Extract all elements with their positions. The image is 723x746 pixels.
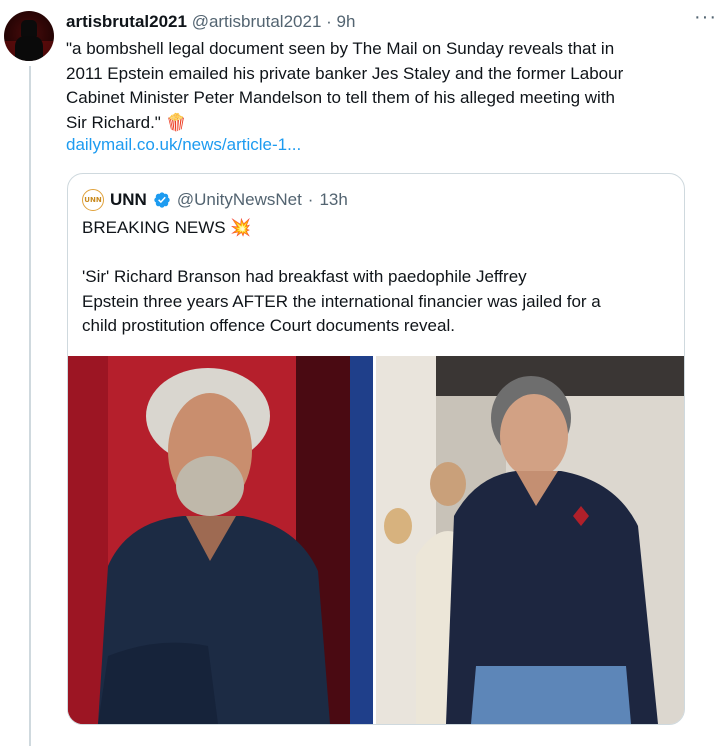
quoted-separator: · <box>307 190 314 209</box>
quoted-media[interactable] <box>68 356 684 724</box>
photo-right[interactable] <box>376 356 684 724</box>
collision-icon: 💥 <box>230 218 252 237</box>
quoted-body-line: 'Sir' Richard Branson had breakfast with… <box>82 267 527 286</box>
quoted-headline: BREAKING NEWS <box>82 218 226 237</box>
thread-line <box>29 66 31 746</box>
handle[interactable]: @artisbrutal2021 <box>192 12 322 31</box>
tweet-text-line: 2011 Epstein emailed his private banker … <box>66 63 624 83</box>
quoted-tweet-text: BREAKING NEWS 💥 'Sir' Richard Branson ha… <box>82 216 672 339</box>
more-options-icon[interactable]: ··· <box>694 6 717 29</box>
tweet-text-line-content: Sir Richard." <box>66 112 161 132</box>
quoted-tweet-header: UNN UNN @UnityNewsNet · 13h <box>82 189 348 211</box>
popcorn-icon: 🍿 <box>165 112 187 132</box>
photo-left[interactable] <box>68 356 373 724</box>
quoted-display-name: UNN <box>110 190 147 209</box>
article-link[interactable]: dailymail.co.uk/news/article-1... <box>66 135 301 155</box>
tweet-header: artisbrutal2021 @artisbrutal2021 · 9h <box>66 12 703 34</box>
display-name[interactable]: artisbrutal2021 <box>66 12 187 31</box>
tweet-text-line: Sir Richard." 🍿 <box>66 111 706 136</box>
photo-right-illustration <box>376 356 684 724</box>
quoted-body-line: Epstein three years AFTER the internatio… <box>82 291 601 311</box>
verified-badge-icon <box>154 192 170 208</box>
tweet-text-line: "a bombshell legal document seen by The … <box>66 39 615 58</box>
quoted-body-line: child prostitution offence Court documen… <box>82 316 455 335</box>
separator: · <box>326 12 332 31</box>
avatar[interactable] <box>4 11 54 61</box>
quoted-timestamp: 13h <box>319 190 348 209</box>
tweet-text-line: Cabinet Minister Peter Mandelson to tell… <box>66 88 616 107</box>
timestamp[interactable]: 9h <box>337 12 356 31</box>
quoted-tweet[interactable]: UNN UNN @UnityNewsNet · 13h BREAKING NEW… <box>67 173 685 725</box>
tweet-text: "a bombshell legal document seen by The … <box>66 37 706 135</box>
quoted-headline-line: BREAKING NEWS 💥 <box>82 216 672 241</box>
quoted-handle: @UnityNewsNet <box>176 190 302 209</box>
quoted-avatar: UNN <box>82 189 104 211</box>
photo-left-illustration <box>68 356 373 724</box>
avatar-figure-body <box>15 36 43 61</box>
